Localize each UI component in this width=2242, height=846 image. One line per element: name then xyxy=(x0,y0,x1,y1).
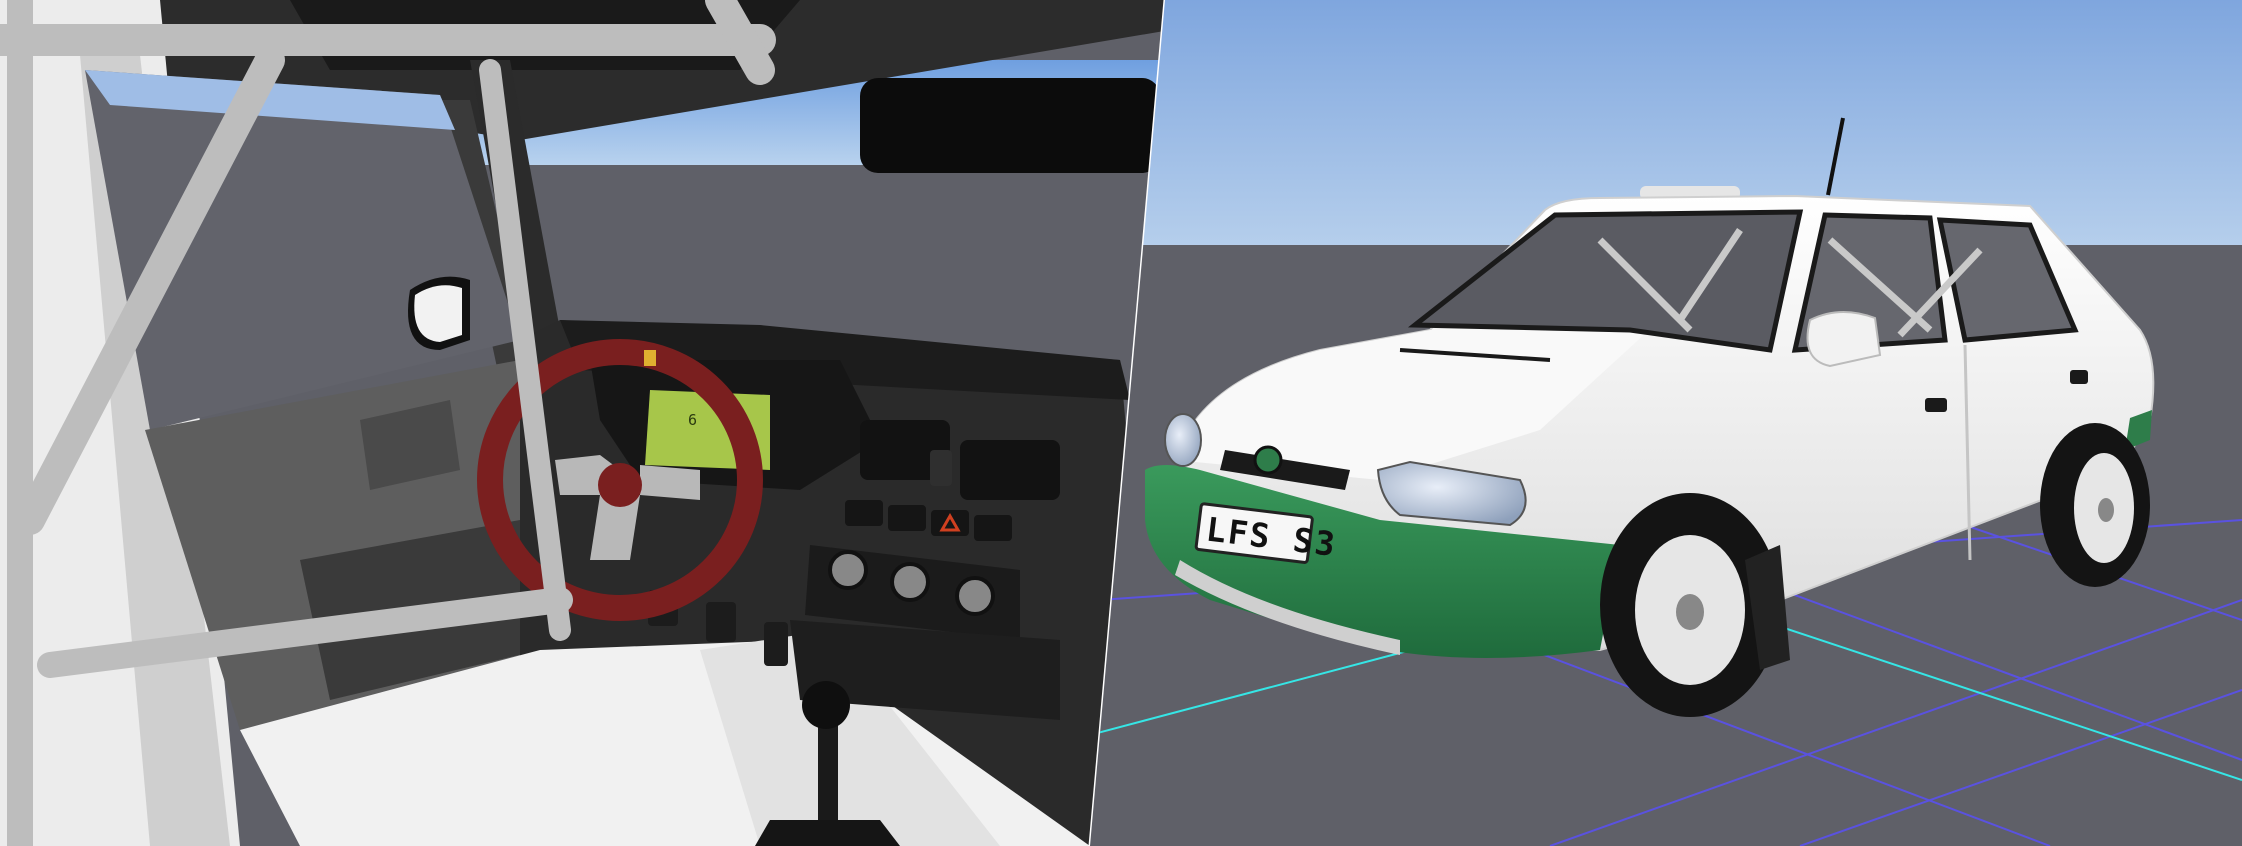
brake-pedal xyxy=(706,602,736,642)
side-mirror xyxy=(1806,310,1882,368)
exterior-view: LFS S3 xyxy=(1090,0,2242,846)
gear-boot xyxy=(755,820,900,846)
steering-spoke-right xyxy=(640,465,700,500)
accelerator-pedal xyxy=(764,622,788,666)
climate-knob-fan[interactable] xyxy=(828,550,868,590)
front-door-handle xyxy=(1925,398,1947,412)
climate-knob-temp[interactable] xyxy=(890,562,930,602)
rear-view-mirror xyxy=(860,78,1160,173)
rear-hub xyxy=(2098,498,2114,522)
left-headlight xyxy=(1164,413,1202,467)
steering-horn-button[interactable] xyxy=(598,463,642,507)
viewport: 6 LFS S3 xyxy=(0,0,2242,846)
switch-button[interactable] xyxy=(974,515,1012,541)
gear-knob[interactable] xyxy=(802,681,850,729)
switch-button[interactable] xyxy=(888,505,926,531)
vent-right xyxy=(960,440,1060,500)
brand-logo xyxy=(1253,445,1283,475)
climate-knob-mode[interactable] xyxy=(955,576,995,616)
rear-wheel xyxy=(2040,423,2150,587)
hazard-switch-housing xyxy=(930,450,952,486)
front-hub xyxy=(1676,594,1704,630)
dash-display-digits: 6 xyxy=(688,411,697,429)
rear-door-handle xyxy=(2070,370,2088,384)
scene-canvas: 6 LFS S3 xyxy=(0,0,2242,846)
interior-view: 6 xyxy=(0,0,1165,846)
steering-center-marker xyxy=(644,350,656,366)
switch-button[interactable] xyxy=(845,500,883,526)
